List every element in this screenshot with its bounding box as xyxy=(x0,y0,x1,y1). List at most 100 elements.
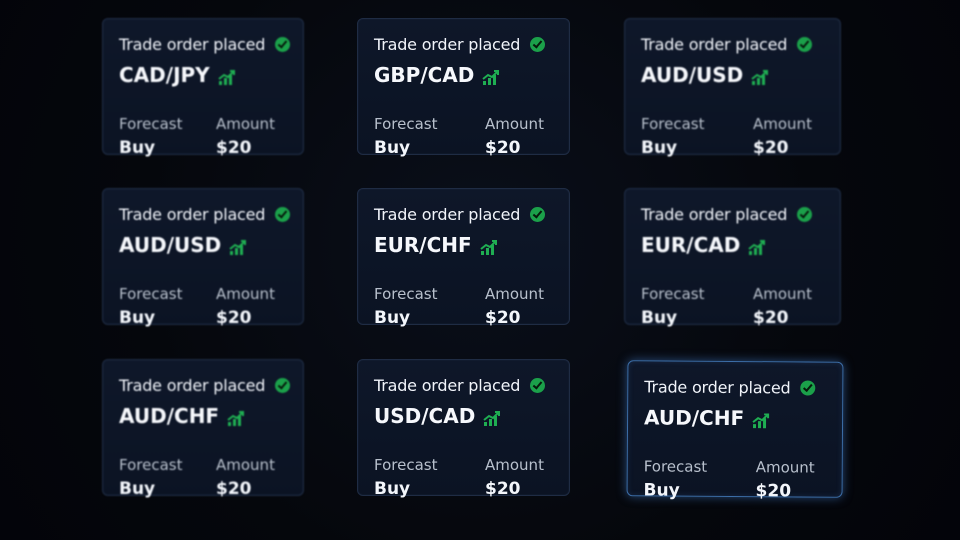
forecast-value: Buy xyxy=(374,479,411,499)
trade-status-row: Trade order placed xyxy=(119,35,291,54)
trend-up-icon xyxy=(748,237,766,255)
trade-status-text: Trade order placed xyxy=(644,377,791,398)
check-circle-icon xyxy=(275,378,291,393)
amount-label: Amount xyxy=(485,115,544,133)
check-circle-icon xyxy=(797,207,813,222)
check-circle-icon xyxy=(275,207,291,222)
trend-up-icon xyxy=(751,67,769,85)
currency-pair: GBP/CAD xyxy=(374,63,475,87)
check-circle-icon xyxy=(275,37,291,52)
amount-label: Amount xyxy=(485,456,544,474)
trade-status-row: Trade order placed xyxy=(119,376,291,395)
trade-status-text: Trade order placed xyxy=(119,205,266,224)
currency-pair: AUD/CHF xyxy=(643,405,745,431)
amount-value: $20 xyxy=(753,138,789,158)
amount-value: $20 xyxy=(485,138,521,158)
trade-status-row: Trade order placed xyxy=(641,205,813,224)
trend-up-icon xyxy=(218,67,236,85)
forecast-label: Forecast xyxy=(119,115,183,133)
amount-label: Amount xyxy=(216,456,275,474)
trend-up-icon xyxy=(229,237,247,255)
currency-pair: AUD/CHF xyxy=(119,404,220,428)
forecast-value: Buy xyxy=(643,480,680,501)
trade-card[interactable]: Trade order placed AUD/CHF Forecast Buy Amou… xyxy=(626,360,844,502)
amount-value: $20 xyxy=(216,308,252,328)
amount-value: $20 xyxy=(216,479,252,499)
amount-value: $20 xyxy=(485,308,521,328)
trade-status-text: Trade order placed xyxy=(374,205,521,224)
trade-card[interactable]: Trade order placed AUD/USD Forecast Buy Amou… xyxy=(102,188,304,328)
amount-value: $20 xyxy=(485,479,521,499)
currency-pair: EUR/CHF xyxy=(374,233,472,257)
amount-value: $20 xyxy=(755,481,792,502)
check-circle-icon xyxy=(530,378,546,393)
forecast-value: Buy xyxy=(119,308,156,328)
check-circle-icon xyxy=(530,207,546,222)
trade-cards-grid: Trade order placed CAD/JPY Forecast Buy Amou… xyxy=(0,0,960,540)
currency-pair-row: USD/CAD xyxy=(374,404,501,428)
trade-status-row: Trade order placed xyxy=(374,35,546,54)
forecast-label: Forecast xyxy=(641,115,705,133)
trade-status-row: Trade order placed xyxy=(119,205,291,224)
forecast-label: Forecast xyxy=(374,285,438,303)
forecast-value: Buy xyxy=(119,138,156,158)
forecast-label: Forecast xyxy=(641,285,705,303)
trade-status-text: Trade order placed xyxy=(641,35,788,54)
forecast-value: Buy xyxy=(374,308,411,328)
amount-label: Amount xyxy=(216,285,275,303)
currency-pair: CAD/JPY xyxy=(119,63,210,87)
amount-label: Amount xyxy=(753,115,812,133)
forecast-label: Forecast xyxy=(119,285,183,303)
check-circle-icon xyxy=(800,380,816,396)
trade-card[interactable]: Trade order placed AUD/CHF Forecast Buy Amou… xyxy=(102,359,304,499)
currency-pair-row: EUR/CAD xyxy=(641,233,766,257)
amount-value: $20 xyxy=(753,308,789,328)
currency-pair: USD/CAD xyxy=(374,404,476,428)
forecast-label: Forecast xyxy=(374,456,438,474)
forecast-value: Buy xyxy=(641,138,678,158)
check-circle-icon xyxy=(530,37,546,52)
currency-pair-row: EUR/CHF xyxy=(374,233,498,257)
forecast-value: Buy xyxy=(374,138,411,158)
forecast-label: Forecast xyxy=(374,115,438,133)
trade-status-text: Trade order placed xyxy=(641,205,788,224)
trade-status-row: Trade order placed xyxy=(644,377,816,398)
trade-card[interactable]: Trade order placed AUD/USD Forecast Buy Amou… xyxy=(624,18,841,158)
trade-status-text: Trade order placed xyxy=(119,35,266,54)
currency-pair-row: GBP/CAD xyxy=(374,63,500,87)
trade-card[interactable]: Trade order placed EUR/CAD Forecast Buy Amou… xyxy=(624,188,841,328)
check-circle-icon xyxy=(797,37,813,52)
trade-card[interactable]: Trade order placed EUR/CHF Forecast Buy Amou… xyxy=(357,188,570,328)
currency-pair-row: AUD/USD xyxy=(119,233,247,257)
currency-pair: AUD/USD xyxy=(641,63,744,87)
currency-pair-row: AUD/USD xyxy=(641,63,769,87)
trend-up-icon xyxy=(482,67,500,85)
trade-status-row: Trade order placed xyxy=(374,205,546,224)
currency-pair: AUD/USD xyxy=(119,233,222,257)
currency-pair-row: CAD/JPY xyxy=(119,63,236,87)
forecast-value: Buy xyxy=(641,308,678,328)
trade-status-row: Trade order placed xyxy=(641,35,813,54)
amount-label: Amount xyxy=(485,285,544,303)
forecast-value: Buy xyxy=(119,479,156,499)
amount-value: $20 xyxy=(216,138,252,158)
forecast-label: Forecast xyxy=(119,456,183,474)
trade-status-text: Trade order placed xyxy=(374,376,521,395)
trade-status-text: Trade order placed xyxy=(374,35,521,54)
trade-status-text: Trade order placed xyxy=(119,376,266,395)
amount-label: Amount xyxy=(753,285,812,303)
trend-up-icon xyxy=(480,237,498,255)
amount-label: Amount xyxy=(755,458,815,477)
trade-card[interactable]: Trade order placed CAD/JPY Forecast Buy Amou… xyxy=(102,18,304,158)
trend-up-icon xyxy=(752,410,770,429)
forecast-label: Forecast xyxy=(643,457,708,476)
currency-pair-row: AUD/CHF xyxy=(644,405,770,430)
trade-card[interactable]: Trade order placed GBP/CAD Forecast Buy Amou… xyxy=(357,18,570,158)
trend-up-icon xyxy=(483,408,501,426)
trend-up-icon xyxy=(227,408,245,426)
amount-label: Amount xyxy=(216,115,275,133)
trade-card[interactable]: Trade order placed USD/CAD Forecast Buy Amou… xyxy=(357,359,570,499)
currency-pair: EUR/CAD xyxy=(641,233,741,257)
currency-pair-row: AUD/CHF xyxy=(119,404,245,428)
trade-status-row: Trade order placed xyxy=(374,376,546,395)
